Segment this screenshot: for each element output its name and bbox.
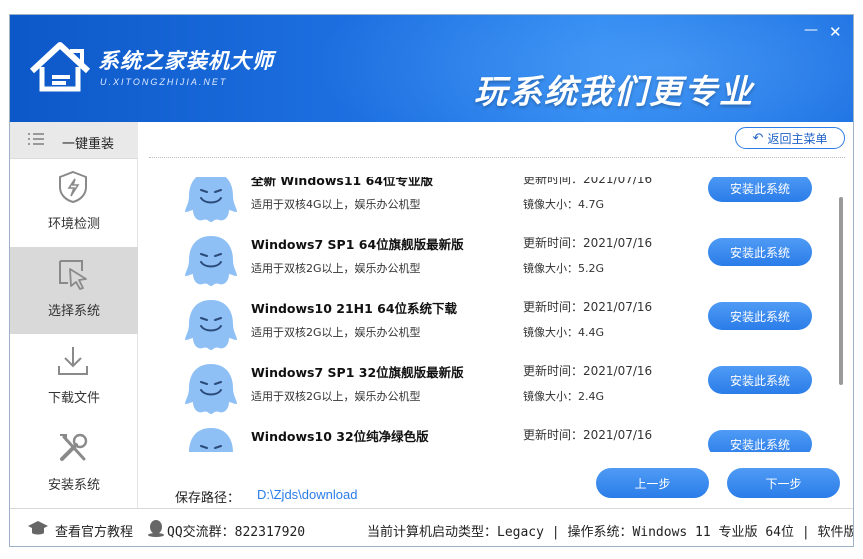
qq-group-text: QQ交流群：822317920 xyxy=(167,525,306,540)
sidebar-item-label: 安装系统 xyxy=(47,478,100,493)
system-updated: 更新时间：2021/07/16 xyxy=(523,177,653,186)
system-desc: 适用于双核2G以上，娱乐办公机型 xyxy=(251,390,421,403)
app-window: 系统之家装机大师 U.XITONGZHIJIA.NET 玩系统我们更专业 — ✕… xyxy=(9,14,854,547)
sidebar-item-select-system[interactable]: 选择系统 xyxy=(10,247,138,334)
ghost-icon xyxy=(183,177,239,224)
system-name: Windows10 21H1 64位系统下载 xyxy=(251,301,458,316)
qq-icon xyxy=(148,520,164,537)
logo-icon xyxy=(29,42,91,92)
sidebar-header-label: 一键重装 xyxy=(62,137,115,152)
main-panel: ↶ 返回主菜单 全新 Windows11 64位专业版 适用于双核4G以上，娱乐办… xyxy=(139,122,853,508)
system-updated: 更新时间：2021/07/16 xyxy=(523,428,653,442)
prev-step-button[interactable]: 上一步 xyxy=(596,468,709,498)
system-name: Windows7 SP1 32位旗舰版最新版 xyxy=(251,365,464,380)
install-system-button[interactable]: 安装此系统 xyxy=(708,430,812,452)
system-desc: 适用于双核2G以上，娱乐办公机型 xyxy=(251,326,421,339)
sidebar-item-label: 选择系统 xyxy=(47,304,100,319)
return-icon: ↶ xyxy=(752,130,764,146)
menu-list-icon xyxy=(28,133,44,145)
ghost-icon xyxy=(183,362,239,416)
system-size: 镜像大小：5.2G xyxy=(523,262,605,275)
install-system-button[interactable]: 安装此系统 xyxy=(708,302,812,330)
next-step-button[interactable]: 下一步 xyxy=(727,468,840,498)
system-info-text: 当前计算机启动类型：Legacy | 操作系统：Windows 11 专业版 6… xyxy=(367,525,854,540)
official-tutorial-link[interactable]: 查看官方教程 xyxy=(55,521,133,540)
app-title: 系统之家装机大师 xyxy=(98,49,274,73)
system-updated: 更新时间：2021/07/16 xyxy=(523,236,653,250)
tools-icon xyxy=(60,433,88,461)
sidebar-header: 一键重装 xyxy=(10,122,138,159)
system-desc: 适用于双核2G以上，娱乐办公机型 xyxy=(251,262,421,275)
sidebar: 一键重装 环境检测 选择系统 下载文件 安装系统 xyxy=(10,122,138,508)
sidebar-item-env-check[interactable]: 环境检测 xyxy=(10,160,138,247)
scrollbar[interactable] xyxy=(839,197,843,385)
ghost-icon xyxy=(183,426,239,452)
system-row: Windows10 21H1 64位系统下载 适用于双核2G以上，娱乐办公机型 更新… xyxy=(139,296,839,360)
system-size: 镜像大小：2.4G xyxy=(523,390,605,403)
system-list: 全新 Windows11 64位专业版 适用于双核4G以上，娱乐办公机型更新时间：… xyxy=(139,177,839,452)
ghost-icon xyxy=(183,298,239,352)
download-icon xyxy=(58,347,88,375)
system-updated: 更新时间：2021/07/16 xyxy=(523,364,653,378)
system-name: Windows10 32位纯净绿色版 xyxy=(251,429,429,444)
graduation-cap-icon xyxy=(28,521,48,535)
save-path-link[interactable]: D:\Zjds\download xyxy=(257,487,357,502)
back-to-menu-label: 返回主菜单 xyxy=(767,131,828,146)
shield-icon xyxy=(59,170,87,204)
ghost-icon xyxy=(183,234,239,288)
install-system-button[interactable]: 安装此系统 xyxy=(708,366,812,394)
install-system-button[interactable]: 安装此系统 xyxy=(708,177,812,202)
system-name: Windows7 SP1 64位旗舰版最新版 xyxy=(251,237,464,252)
system-updated: 更新时间：2021/07/16 xyxy=(523,300,653,314)
system-desc: 适用于双核4G以上，娱乐办公机型 xyxy=(251,198,421,211)
save-path-label: 保存路径： xyxy=(175,491,241,506)
divider xyxy=(149,157,845,158)
slogan: 玩系统我们更专业 xyxy=(474,72,754,111)
system-row: Windows7 SP1 32位旗舰版最新版 适用于双核2G以上，娱乐办公机型 更新… xyxy=(139,360,839,424)
status-bar: 查看官方教程 QQ交流群：822317920 当前计算机启动类型：Legacy … xyxy=(10,508,854,546)
sidebar-item-download[interactable]: 下载文件 xyxy=(10,334,138,421)
app-subtitle: U.XITONGZHIJIA.NET xyxy=(100,77,228,87)
back-to-menu-button[interactable]: ↶ 返回主菜单 xyxy=(735,127,845,149)
sidebar-item-label: 下载文件 xyxy=(47,391,100,406)
system-row: Windows10 32位纯净绿色版 更新时间：2021/07/16 安装此系统 xyxy=(139,424,839,452)
system-size: 镜像大小：4.7G xyxy=(523,198,605,211)
sidebar-item-label: 环境检测 xyxy=(47,217,100,232)
install-system-button[interactable]: 安装此系统 xyxy=(708,238,812,266)
header-banner: 系统之家装机大师 U.XITONGZHIJIA.NET 玩系统我们更专业 — ✕ xyxy=(10,15,853,122)
close-icon[interactable]: ✕ xyxy=(829,25,842,40)
sidebar-item-install[interactable]: 安装系统 xyxy=(10,421,138,508)
system-size: 镜像大小：4.4G xyxy=(523,326,605,339)
system-name: 全新 Windows11 64位专业版 xyxy=(251,177,433,188)
select-cursor-icon xyxy=(59,260,87,290)
system-row: Windows7 SP1 64位旗舰版最新版 适用于双核2G以上，娱乐办公机型 更新… xyxy=(139,232,839,296)
minimize-icon[interactable]: — xyxy=(804,23,818,38)
system-row: 全新 Windows11 64位专业版 适用于双核4G以上，娱乐办公机型 更新时间：… xyxy=(139,177,839,232)
